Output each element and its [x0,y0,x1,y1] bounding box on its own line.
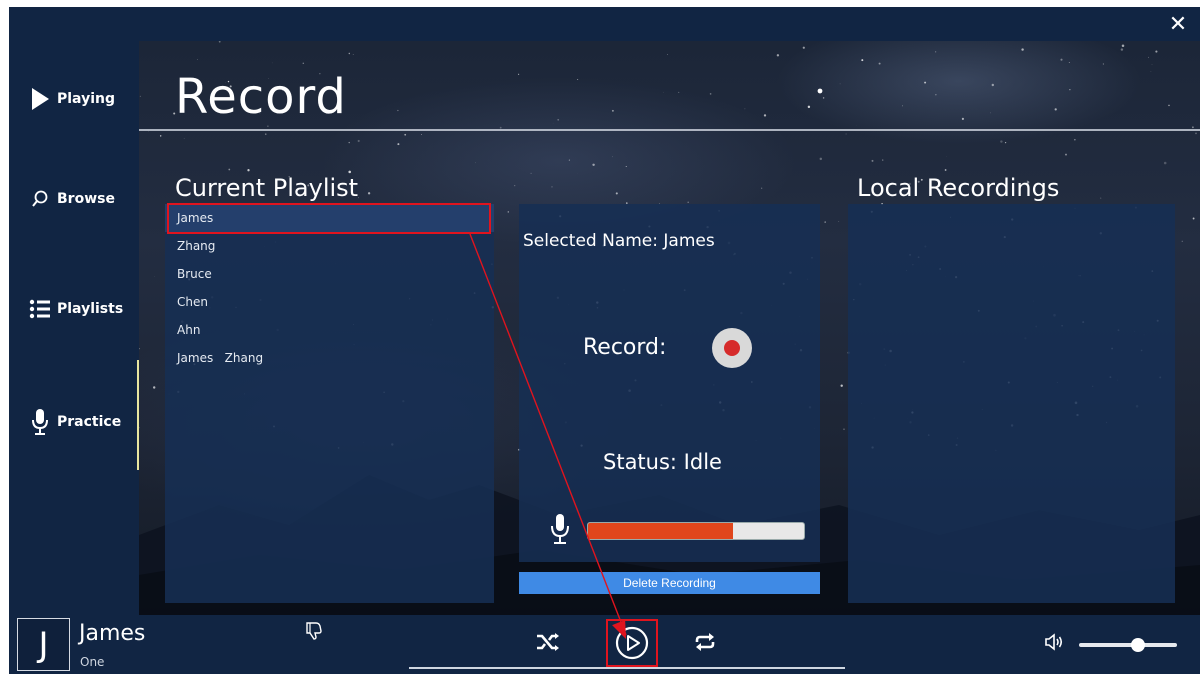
selected-name-label: Selected Name: James [523,231,715,251]
playlist-item[interactable]: Bruce [165,260,494,288]
playlist-item[interactable]: Ahn [165,316,494,344]
title-divider [139,129,1200,131]
recording-detail-panel: Selected Name: James Record: Status: Idl… [519,204,820,562]
page-title: Record [175,69,347,125]
playlist-item[interactable]: James Zhang [165,344,494,372]
thumbs-down-icon[interactable] [305,621,323,645]
close-button[interactable]: ✕ [1164,11,1192,39]
sidebar-item-playlists[interactable]: Playlists [29,299,123,319]
volume-icon[interactable] [1044,633,1064,655]
play-icon [615,626,649,660]
playlist-list: James Zhang Bruce Chen Ahn James Zhang [165,204,494,603]
track-artist: One [80,655,105,669]
sidebar-item-label: Playing [57,91,115,107]
album-art[interactable]: J [17,618,70,671]
recordings-section-title: Local Recordings [857,174,1060,202]
delete-recording-button[interactable]: Delete Recording [519,572,820,594]
sidebar-item-label: Playlists [57,301,124,317]
volume-slider[interactable] [1079,638,1177,652]
local-recordings-list [848,204,1175,603]
record-button[interactable] [712,328,752,368]
sidebar-item-playing[interactable]: Playing [29,87,115,111]
volume-slider-handle[interactable] [1130,638,1145,652]
record-dot-icon [724,340,740,356]
input-level-meter [587,522,805,540]
play-button[interactable] [606,619,658,667]
sidebar-item-practice[interactable]: Practice [29,408,121,436]
playlist-item[interactable]: Zhang [165,232,494,260]
repeat-icon[interactable] [694,632,716,656]
list-icon [29,299,51,319]
player-bar: J James One [9,615,1200,674]
microphone-icon [549,513,571,549]
sidebar-item-label: Browse [57,191,115,207]
record-label: Record: [583,335,667,360]
track-title: James [79,621,146,646]
annotation-highlight-box [167,203,491,234]
sidebar: Playing Browse Playlists Practice [9,41,139,615]
playlist-section-title: Current Playlist [175,174,359,202]
sidebar-item-label: Practice [57,414,122,430]
playback-progress[interactable] [409,667,845,669]
search-icon [29,190,51,208]
input-level-fill [588,523,733,539]
play-icon [29,87,51,111]
active-tab-indicator [137,360,139,470]
app-window: ✕ Playing Browse Playlists Practice Reco… [9,7,1200,674]
shuffle-icon[interactable] [536,632,560,656]
sidebar-item-browse[interactable]: Browse [29,190,115,208]
playlist-item[interactable]: Chen [165,288,494,316]
microphone-icon [29,408,51,436]
status-label: Status: Idle [603,450,722,474]
